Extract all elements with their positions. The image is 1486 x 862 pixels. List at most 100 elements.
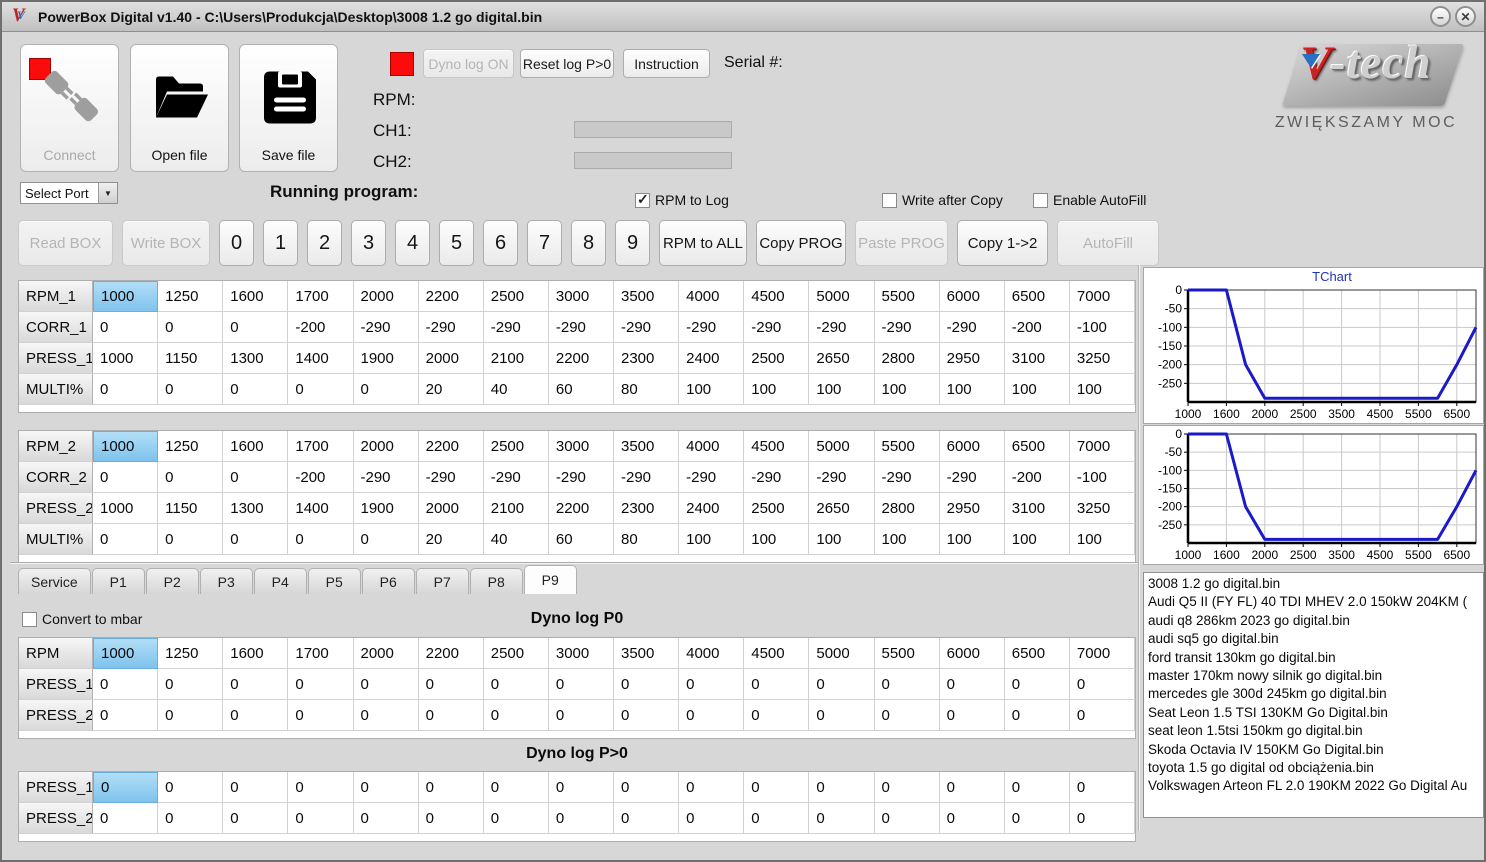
table-cell[interactable]: 0 (939, 803, 1005, 834)
table-cell[interactable]: 1900 (353, 493, 419, 524)
table-cell[interactable]: 3500 (614, 281, 680, 312)
table-cell[interactable]: 60 (548, 524, 614, 555)
digit-button-3[interactable]: 3 (351, 220, 386, 266)
table-cell[interactable]: 0 (744, 772, 810, 803)
digit-button-8[interactable]: 8 (571, 220, 606, 266)
table-cell[interactable]: 0 (93, 669, 159, 700)
table-cell[interactable]: 1150 (158, 343, 224, 374)
table-cell[interactable]: 1900 (353, 343, 419, 374)
table-cell[interactable]: 0 (93, 803, 159, 834)
file-item[interactable]: Volkswagen Arteon FL 2.0 190KM 2022 Go D… (1144, 777, 1483, 795)
table-cell[interactable]: 20 (418, 374, 484, 405)
dyno-log-on-button[interactable]: Dyno log ON (423, 49, 514, 78)
table-cell[interactable]: 2500 (483, 281, 549, 312)
table-cell[interactable]: 0 (223, 700, 289, 731)
table-cell[interactable]: 0 (223, 772, 289, 803)
table-cell[interactable]: -290 (548, 462, 614, 493)
copy-1-to-2-button[interactable]: Copy 1->2 (957, 220, 1048, 266)
table-cell[interactable]: 0 (1069, 772, 1135, 803)
table-cell[interactable]: 0 (93, 700, 159, 731)
table-cell[interactable]: 0 (158, 312, 224, 343)
table-cell[interactable]: 0 (223, 524, 289, 555)
table-cell[interactable]: 1000 (93, 431, 159, 462)
table-cell[interactable]: 2000 (418, 343, 484, 374)
file-item[interactable]: Seat Leon 1.5 TSI 130KM Go Digital.bin (1144, 704, 1483, 722)
table-cell[interactable]: 5500 (874, 281, 940, 312)
table-cell[interactable]: 0 (158, 772, 224, 803)
file-item[interactable]: seat leon 1.5tsi 150km go digital.bin (1144, 722, 1483, 740)
table-cell[interactable]: 2650 (809, 493, 875, 524)
table-cell[interactable]: 0 (353, 700, 419, 731)
table-cell[interactable]: 0 (93, 772, 159, 803)
table-cell[interactable]: 0 (548, 669, 614, 700)
table-cell[interactable]: 7000 (1069, 281, 1135, 312)
table-cell[interactable]: 2000 (353, 638, 419, 669)
table-cell[interactable]: -290 (809, 462, 875, 493)
table-cell[interactable]: -290 (874, 312, 940, 343)
tab-p8[interactable]: P8 (469, 568, 523, 594)
digit-button-1[interactable]: 1 (263, 220, 298, 266)
table-cell[interactable]: 100 (1004, 374, 1070, 405)
table-cell[interactable]: 0 (288, 524, 354, 555)
table-cell[interactable]: 2200 (418, 638, 484, 669)
table-cell[interactable]: 1000 (93, 281, 159, 312)
tab-p6[interactable]: P6 (361, 568, 415, 594)
table-cell[interactable]: 3500 (614, 431, 680, 462)
table-cell[interactable]: 40 (483, 524, 549, 555)
table-cell[interactable]: 5000 (809, 431, 875, 462)
table-cell[interactable]: 5500 (874, 431, 940, 462)
table-cell[interactable]: 5500 (874, 638, 940, 669)
table-cell[interactable]: 6500 (1004, 638, 1070, 669)
table-cell[interactable]: 1600 (223, 638, 289, 669)
table-cell[interactable]: 0 (1004, 772, 1070, 803)
table-cell[interactable]: 0 (744, 669, 810, 700)
table-cell[interactable]: 100 (874, 524, 940, 555)
table-cell[interactable]: 1400 (288, 343, 354, 374)
table-cell[interactable]: 0 (939, 772, 1005, 803)
write-after-copy-checkbox[interactable] (882, 192, 897, 208)
tab-p9[interactable]: P9 (523, 565, 577, 594)
table-cell[interactable]: 0 (939, 669, 1005, 700)
table-cell[interactable]: 0 (353, 803, 419, 834)
table-cell[interactable]: 0 (1069, 803, 1135, 834)
table-cell[interactable]: 0 (939, 700, 1005, 731)
table-cell[interactable]: -290 (939, 462, 1005, 493)
table-cell[interactable]: 0 (418, 803, 484, 834)
close-button[interactable]: ✕ (1455, 6, 1476, 27)
rpm-to-log-checkbox[interactable] (635, 191, 650, 208)
table-cell[interactable]: 6000 (939, 281, 1005, 312)
table-cell[interactable]: 0 (158, 669, 224, 700)
table-cell[interactable]: 100 (679, 374, 745, 405)
table-cell[interactable]: -290 (939, 312, 1005, 343)
tab-p3[interactable]: P3 (199, 568, 253, 594)
rpm-to-all-button[interactable]: RPM to ALL (659, 220, 747, 266)
digit-button-4[interactable]: 4 (395, 220, 430, 266)
digit-button-7[interactable]: 7 (527, 220, 562, 266)
table-cell[interactable]: 0 (548, 700, 614, 731)
table-cell[interactable]: -290 (548, 312, 614, 343)
table-cell[interactable]: 0 (483, 772, 549, 803)
table-cell[interactable]: -290 (874, 462, 940, 493)
tab-p4[interactable]: P4 (253, 568, 307, 594)
table-cell[interactable]: 1000 (93, 343, 159, 374)
table-cell[interactable]: 0 (548, 803, 614, 834)
tab-p5[interactable]: P5 (307, 568, 361, 594)
table-cell[interactable]: 0 (809, 772, 875, 803)
file-listbox[interactable]: 3008 1.2 go digital.bin Audi Q5 II (FY FL… (1143, 572, 1484, 818)
write-box-button[interactable]: Write BOX (122, 220, 210, 266)
tab-p7[interactable]: P7 (415, 568, 469, 594)
table-cell[interactable]: 1250 (158, 281, 224, 312)
table-cell[interactable]: 2000 (418, 493, 484, 524)
table-cell[interactable]: 2200 (418, 281, 484, 312)
table-cell[interactable]: 1700 (288, 638, 354, 669)
table-cell[interactable]: 0 (223, 312, 289, 343)
reset-log-button[interactable]: Reset log P>0 (520, 49, 614, 78)
table-cell[interactable]: -290 (744, 462, 810, 493)
table-cell[interactable]: 100 (939, 524, 1005, 555)
table-cell[interactable]: -290 (353, 462, 419, 493)
open-file-button[interactable]: Open file (130, 44, 229, 172)
table-cell[interactable]: 0 (1004, 700, 1070, 731)
table-cell[interactable]: 2800 (874, 343, 940, 374)
table-cell[interactable]: 0 (874, 772, 940, 803)
digit-button-9[interactable]: 9 (615, 220, 650, 266)
